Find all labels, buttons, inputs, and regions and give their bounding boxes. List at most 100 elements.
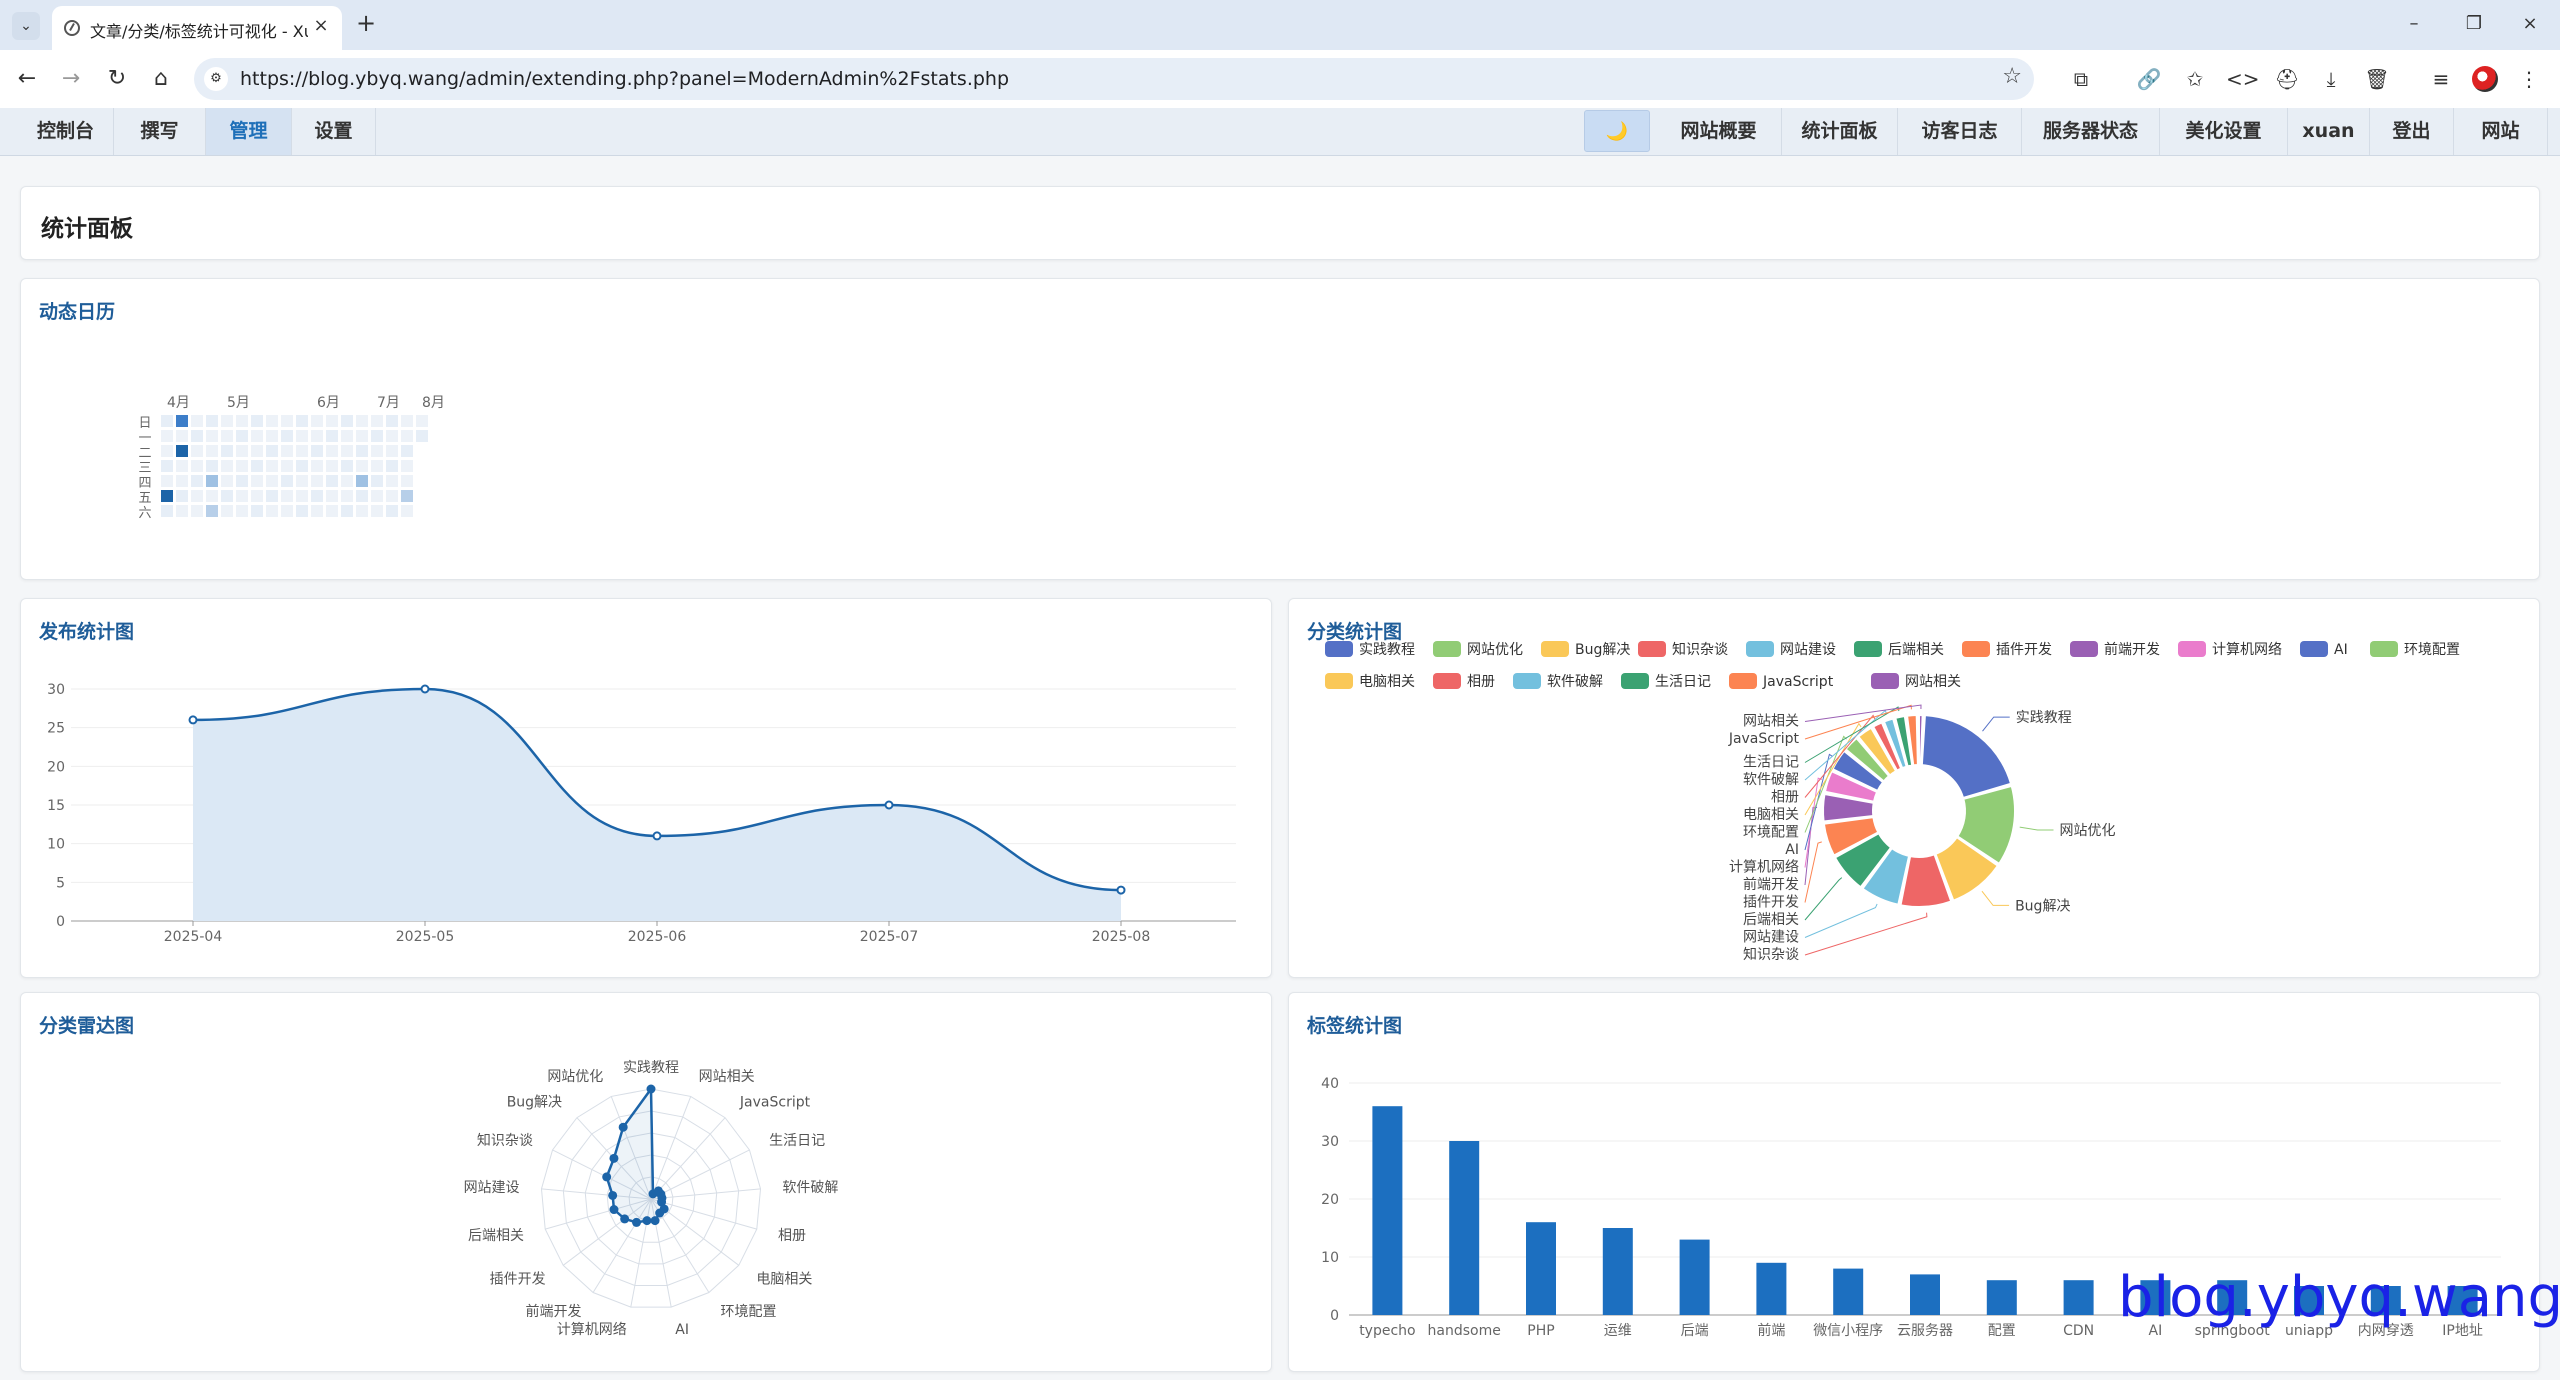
nav-item-beautify-settings[interactable]: 美化设置 [2160, 108, 2288, 155]
calendar-day-cell [296, 415, 308, 427]
publish-xtick-label: 2025-04 [164, 929, 223, 945]
favorites-icon[interactable]: ✩ [2180, 64, 2210, 94]
calendar-day-cell [356, 505, 368, 517]
pie-label-line [1804, 877, 1843, 921]
nav-item-settings[interactable]: 设置 [292, 108, 376, 155]
publish-ytick-label: 10 [47, 837, 65, 853]
nav-item-stats-panel[interactable]: 统计面板 [1782, 108, 1898, 155]
calendar-weekday-label: 日 [138, 416, 151, 431]
tag-bar [2063, 1280, 2094, 1315]
nav-item-logout[interactable]: 登出 [2370, 108, 2454, 155]
minimize-window-icon[interactable]: – [2394, 10, 2434, 38]
pie-legend-swatch [1746, 641, 1774, 657]
pie-legend-swatch [1621, 673, 1649, 689]
pie-legend-label: 相册 [1467, 674, 1495, 690]
back-icon[interactable]: ← [12, 64, 42, 94]
nav-item-site-overview[interactable]: 网站概要 [1656, 108, 1782, 155]
menu-icon[interactable]: ⋮ [2514, 64, 2544, 94]
calendar-day-cell [326, 505, 338, 517]
media-icon[interactable]: ≡ [2426, 64, 2456, 94]
calendar-day-cell [371, 445, 383, 457]
calendar-day-cell [296, 445, 308, 457]
calendar-day-cell [326, 430, 338, 442]
calendar-day-cell [311, 490, 323, 502]
download-icon[interactable]: ⤓ [2316, 64, 2346, 94]
nav-item-dashboard[interactable]: 控制台 [18, 108, 114, 155]
nav-item-server-status[interactable]: 服务器状态 [2022, 108, 2160, 155]
pie-legend-swatch [1854, 641, 1882, 657]
restore-window-icon[interactable]: ❐ [2454, 10, 2494, 38]
home-icon[interactable]: ⌂ [146, 64, 176, 94]
radar-axis-line [650, 1117, 726, 1200]
calendar-day-cell [401, 505, 413, 517]
calendar-day-cell [311, 415, 323, 427]
radar-data-point [642, 1216, 652, 1226]
calendar-day-cell [281, 505, 293, 517]
address-bar[interactable]: ⚙ https://blog.ybyq.wang/admin/extending… [194, 58, 2034, 100]
new-tab-button[interactable]: + [352, 10, 380, 38]
pie-legend-label: 计算机网络 [2212, 642, 2282, 658]
calendar-day-cell [296, 460, 308, 472]
pie-label-line [1804, 912, 1928, 956]
nav-item-manage[interactable]: 管理 [206, 108, 292, 155]
activity-calendar: 日一二三四五六 4月 5月 6月 7月 8月 [138, 395, 444, 521]
calendar-day-cell [236, 415, 248, 427]
bookmark-star-icon[interactable]: ☆ [2002, 64, 2022, 89]
calendar-day-cell [221, 505, 233, 517]
close-tab-icon[interactable]: × [310, 15, 332, 37]
nav-item-write[interactable]: 撰写 [114, 108, 206, 155]
calendar-day-cell [401, 415, 413, 427]
link-icon[interactable]: 🔗 [2134, 64, 2164, 94]
calendar-day-cell [251, 445, 263, 457]
calendar-day-cell [206, 430, 218, 442]
nav-item-user[interactable]: xuan [2288, 108, 2370, 155]
radar-data-point [608, 1190, 618, 1200]
dark-mode-toggle[interactable]: 🌙 [1584, 110, 1650, 152]
calendar-day-cell [311, 505, 323, 517]
calendar-day-cell [221, 475, 233, 487]
pie-slice-label: 网站相关 [1743, 714, 1799, 730]
url-text[interactable]: https://blog.ybyq.wang/admin/extending.p… [240, 68, 1009, 90]
reload-icon[interactable]: ↻ [102, 64, 132, 94]
site-info-icon[interactable]: ⚙ [204, 67, 228, 91]
calendar-day-cell [356, 430, 368, 442]
calendar-day-cell [341, 430, 353, 442]
pie-legend-label: 前端开发 [2104, 641, 2160, 658]
extensions-icon[interactable]: ⧉ [2066, 64, 2096, 94]
browser-tab[interactable]: 文章/分类/标签统计可视化 - Xuan × [52, 6, 342, 50]
tag-bar [1602, 1228, 1633, 1315]
nav-item-visitor-log[interactable]: 访客日志 [1898, 108, 2022, 155]
calendar-day-cell [221, 490, 233, 502]
pie-legend-swatch [2370, 641, 2398, 657]
pie-slice-label: AI [1785, 842, 1799, 858]
incognito-icon[interactable]: ⛑ [2272, 64, 2302, 94]
calendar-day-cell [236, 460, 248, 472]
calendar-day-cell [266, 490, 278, 502]
calendar-day-cell [341, 505, 353, 517]
calendar-day-cell [416, 430, 428, 442]
radar-data-point [609, 1153, 619, 1163]
calendar-day-cell [236, 430, 248, 442]
radar-axis-label: 计算机网络 [557, 1322, 627, 1338]
publish-ytick-label: 15 [47, 798, 65, 814]
nav-item-website[interactable]: 网站 [2454, 108, 2548, 155]
calendar-day-cell [266, 430, 278, 442]
tag-xtick-label: handsome [1428, 1323, 1501, 1339]
code-icon[interactable]: <> [2226, 64, 2260, 94]
calendar-month-label: 6月 [317, 395, 340, 411]
pie-legend-label: AI [2334, 642, 2348, 658]
pie-legend-swatch [2178, 641, 2206, 657]
tab-list-button[interactable]: ⌄ [12, 12, 40, 40]
trash-icon[interactable]: 🗑 [2362, 64, 2392, 94]
calendar-day-cell [341, 415, 353, 427]
forward-icon[interactable]: → [56, 64, 86, 94]
publish-data-point [884, 800, 894, 810]
tag-xtick-label: 云服务器 [1897, 1323, 1953, 1339]
calendar-day-cell [191, 430, 203, 442]
pie-slice-label: Bug解决 [2015, 898, 2070, 914]
calendar-day-cell [176, 460, 188, 472]
profile-avatar[interactable] [2472, 66, 2498, 92]
calendar-day-cell [266, 445, 278, 457]
close-window-icon[interactable]: × [2510, 10, 2550, 38]
pie-slice-label: 生活日记 [1743, 755, 1799, 771]
